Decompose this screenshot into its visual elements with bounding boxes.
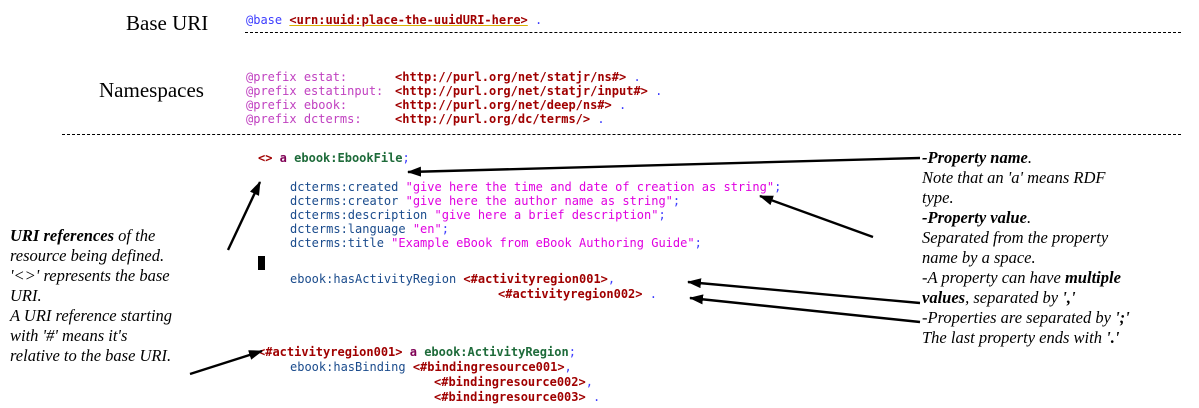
property-separator-arrow (689, 294, 921, 324)
multiple-values-arrow (687, 278, 921, 305)
base-reference-arrow (226, 181, 262, 251)
property-name-arrow (407, 156, 921, 177)
relative-reference-arrow (189, 349, 263, 376)
property-value-arrow (759, 194, 874, 239)
annotation-arrows (189, 156, 921, 376)
